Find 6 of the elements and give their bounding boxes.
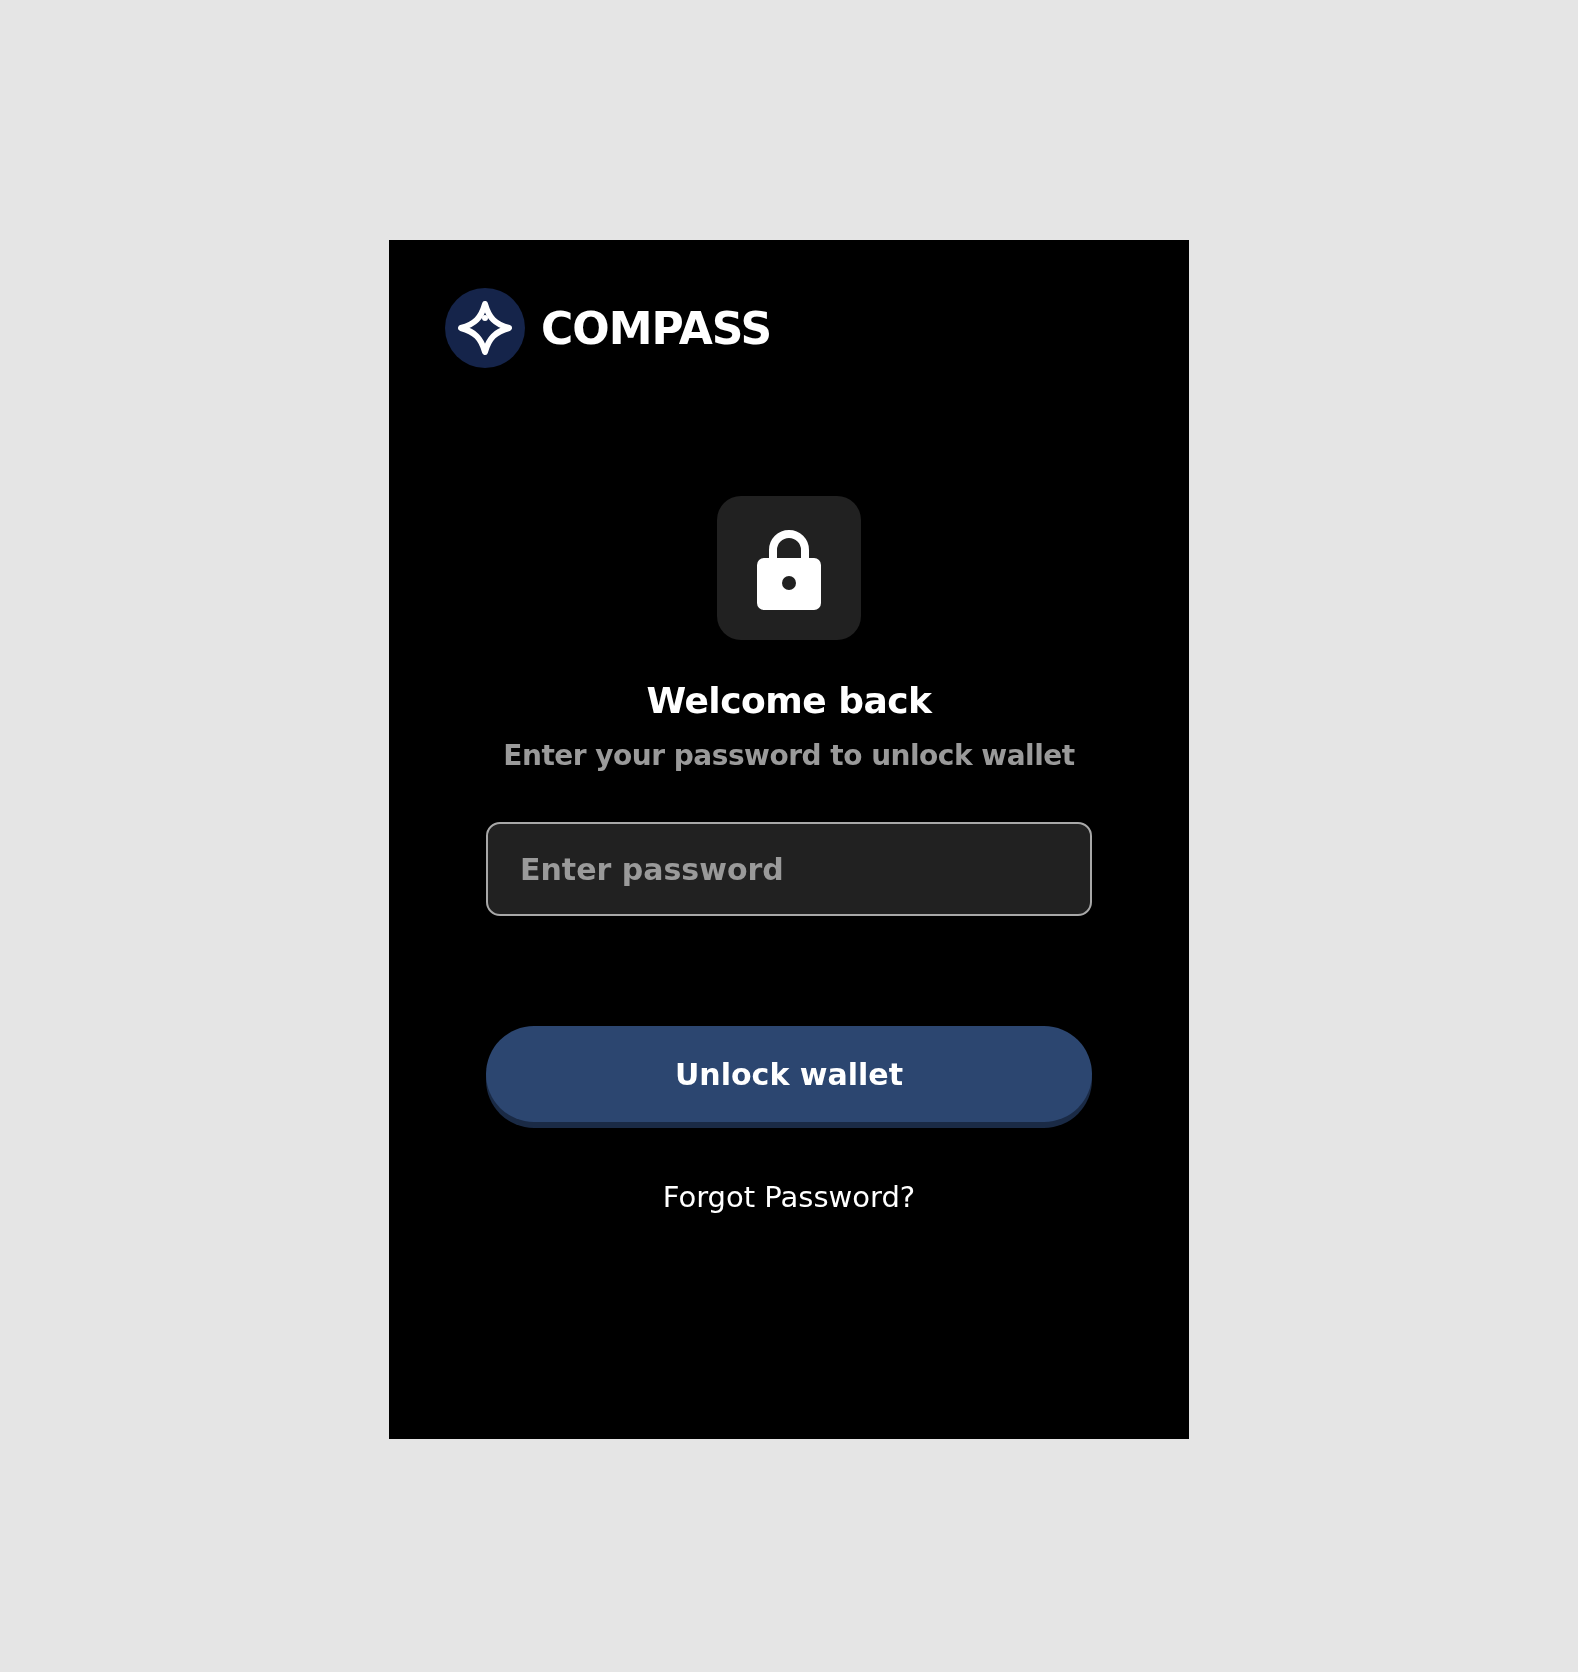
forgot-password-link[interactable]: Forgot Password? [662, 1180, 916, 1214]
password-field[interactable]: Enter password [486, 822, 1092, 916]
welcome-heading: Welcome back [646, 680, 932, 721]
logo-icon [445, 288, 525, 368]
brand-name: COMPASS [541, 302, 772, 354]
subtitle: Enter your password to unlock wallet [503, 739, 1075, 772]
